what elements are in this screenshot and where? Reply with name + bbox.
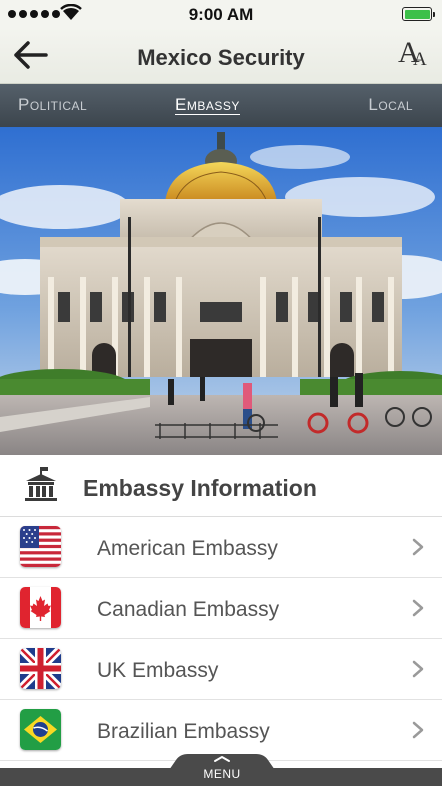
us-flag-icon: [20, 526, 61, 567]
chevron-right-icon: [412, 538, 424, 556]
page-title: Mexico Security: [137, 45, 305, 70]
embassy-building-icon: [25, 467, 57, 501]
font-size-icon[interactable]: AA: [396, 36, 430, 74]
chevron-right-icon: [412, 721, 424, 739]
tab-embassy[interactable]: Embassy: [175, 95, 240, 115]
list-item-uk-embassy[interactable]: UK Embassy: [0, 639, 442, 700]
list-item-canadian-embassy[interactable]: Canadian Embassy: [0, 578, 442, 639]
embassy-list: American Embassy Canadian Embassy UK Emb…: [0, 517, 442, 761]
uk-flag-icon: [20, 648, 61, 689]
list-item-label: Canadian Embassy: [97, 598, 280, 621]
list-item-label: UK Embassy: [97, 659, 219, 682]
chevron-right-icon: [412, 660, 424, 678]
battery-icon: [402, 7, 435, 21]
brazil-flag-icon: [20, 709, 61, 750]
tab-political[interactable]: Political: [18, 95, 87, 115]
chevron-right-icon: [412, 599, 424, 617]
list-item-label: Brazilian Embassy: [97, 720, 270, 743]
navigation-header: Mexico Security AA: [0, 28, 442, 84]
list-item-american-embassy[interactable]: American Embassy: [0, 517, 442, 578]
section-header: Embassy Information: [0, 455, 442, 517]
section-title: Embassy Information: [83, 475, 317, 501]
menu-label: MENU: [203, 767, 241, 781]
status-time: 9:00 AM: [188, 5, 254, 24]
canada-flag-icon: [20, 587, 61, 628]
tab-local[interactable]: Local: [368, 95, 413, 115]
status-bar: 9:00 AM: [0, 0, 442, 28]
category-tabs: Political Embassy Local: [0, 84, 442, 127]
menu-button[interactable]: MENU: [158, 752, 286, 786]
list-item-label: American Embassy: [97, 537, 278, 560]
palace-photo: [0, 127, 442, 455]
